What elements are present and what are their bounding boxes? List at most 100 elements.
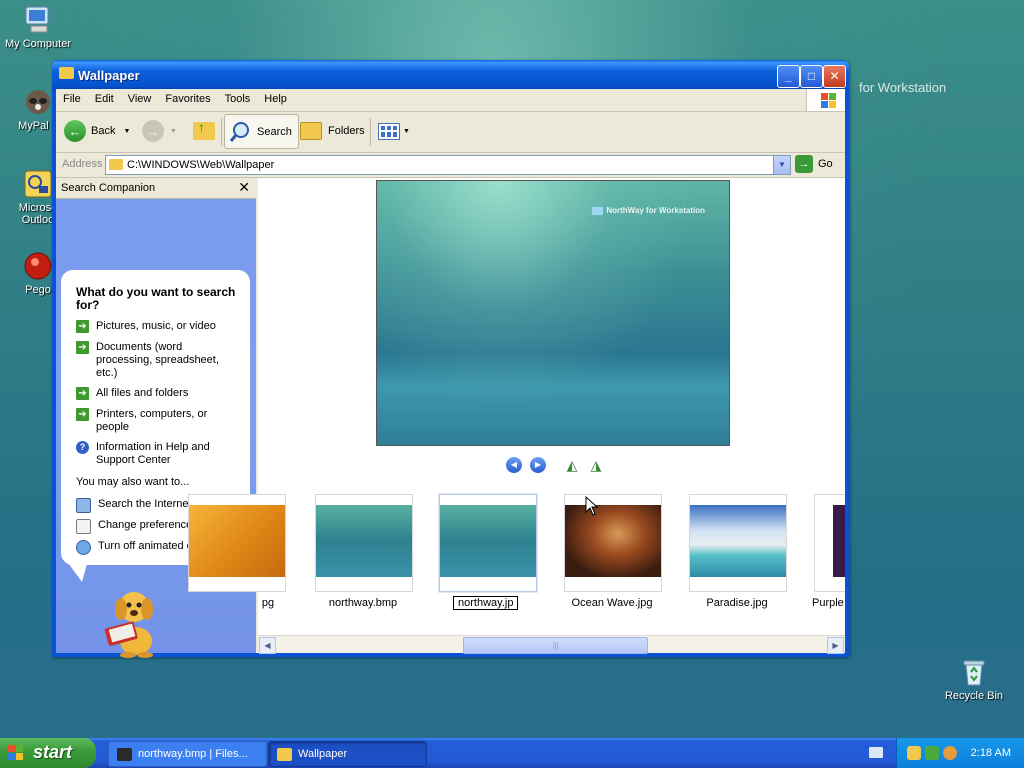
thumbnail-label: Purple <box>812 597 844 609</box>
preferences-icon <box>76 519 91 534</box>
menu-help[interactable]: Help <box>257 89 294 109</box>
window-client: File Edit View Favorites Tools Help ← Back ▼ … <box>56 89 845 658</box>
search-icon[interactable] <box>943 746 957 760</box>
menu-bar: File Edit View Favorites Tools Help <box>56 89 845 112</box>
previous-image-button[interactable]: ◀ <box>506 457 522 473</box>
search-dog-icon[interactable] <box>100 583 170 658</box>
desktop-icon-label: My Computer <box>4 38 72 50</box>
scroll-right-button[interactable]: ▶ <box>827 637 844 654</box>
folder-icon <box>277 747 292 761</box>
views-button[interactable]: ▼ <box>378 115 410 147</box>
next-image-button[interactable]: ▶ <box>530 457 546 473</box>
menu-tools[interactable]: Tools <box>218 89 258 109</box>
animated-character-icon <box>76 540 91 555</box>
window-title: Wallpaper <box>78 68 140 83</box>
search-option-label: Information in Help and Support Center <box>96 441 210 466</box>
explorer-window[interactable]: Wallpaper _ □ ✕ File Edit View Favorites Too… <box>52 60 849 658</box>
search-icon <box>229 121 249 142</box>
arrow-right-icon: ➔ <box>76 320 89 333</box>
search-option-pictures[interactable]: ➔ Pictures, music, or video <box>76 320 236 333</box>
folders-button[interactable]: Folders <box>300 115 365 147</box>
search-panel-title: Search Companion <box>61 182 156 194</box>
thumbnail-label: Ocean Wave.jpg <box>571 597 653 609</box>
address-dropdown-button[interactable]: ▼ <box>773 156 790 174</box>
clock: 2:18 AM <box>970 747 1011 759</box>
forward-arrow-icon: → <box>142 120 164 142</box>
menu-file[interactable]: File <box>56 89 88 109</box>
thumbnail-image <box>440 505 536 577</box>
chevron-down-icon[interactable]: ▼ <box>403 128 410 135</box>
horizontal-scrollbar[interactable]: ◀ ||| ▶ <box>258 635 845 654</box>
address-input[interactable]: C:\WINDOWS\Web\Wallpaper ▼ <box>105 155 791 175</box>
close-icon[interactable]: ✕ <box>238 179 250 196</box>
search-question: What do you want to search for? <box>76 285 236 312</box>
forward-button[interactable]: → ▼ <box>142 115 177 147</box>
rotate-counterclockwise-button[interactable]: ◮ <box>588 457 604 473</box>
go-button[interactable]: → Go <box>795 155 833 173</box>
thumbnail[interactable] <box>315 494 413 592</box>
back-label: Back <box>91 125 116 137</box>
rotate-clockwise-button[interactable]: ◭ <box>564 457 580 473</box>
scrollbar-thumb[interactable]: ||| <box>463 637 648 654</box>
start-label: start <box>33 742 73 762</box>
minimize-button[interactable]: _ <box>777 65 800 88</box>
title-bar[interactable]: Wallpaper _ □ ✕ <box>52 60 849 89</box>
thumbnail-selected[interactable] <box>439 494 537 592</box>
thumbnail-label: Paradise.jpg <box>706 597 768 609</box>
app-icon <box>117 747 132 761</box>
folders-label: Folders <box>328 125 365 137</box>
desktop-icon-label: Recycle Bin <box>944 690 1004 702</box>
thumbnail[interactable] <box>188 494 286 592</box>
thumbnail-image <box>316 505 412 577</box>
thumbnail[interactable] <box>689 494 787 592</box>
desktop-icon-recycle-bin[interactable]: Recycle Bin <box>938 656 1010 702</box>
taskbar-item-wallpaper[interactable]: Wallpaper <box>268 741 427 767</box>
menu-view[interactable]: View <box>121 89 159 109</box>
thumbnail[interactable] <box>564 494 662 592</box>
standard-toolbar: ← Back ▼ → ▼ ↑ Search Folders ▼ <box>56 112 845 153</box>
thumbnail-strip: pg northway.bmp northway.jp Ocean Wave.j… <box>188 494 845 628</box>
also-title: You may also want to... <box>76 476 190 488</box>
network-icon[interactable] <box>925 746 939 760</box>
thumbnail-label: northway.bmp <box>328 597 398 609</box>
search-panel-header: Search Companion ✕ <box>56 178 256 199</box>
up-folder-button[interactable]: ↑ <box>193 115 215 147</box>
search-option-label: All files and folders <box>96 387 189 399</box>
outlook-icon <box>22 168 54 200</box>
raccoon-icon <box>22 86 54 118</box>
chevron-down-icon[interactable]: ▼ <box>123 128 130 135</box>
thumbnail-image <box>833 505 845 577</box>
search-option-all-files[interactable]: ➔ All files and folders <box>76 387 236 400</box>
start-button[interactable]: start <box>0 738 96 768</box>
arrow-right-icon: ➔ <box>76 408 89 421</box>
search-option-printers[interactable]: ➔ Printers, computers, or people <box>76 408 236 434</box>
search-option-help[interactable]: ? Information in Help and Support Center <box>76 441 236 467</box>
thumbnail-image <box>690 505 786 577</box>
system-tray: 2:18 AM <box>896 738 1024 768</box>
chevron-down-icon[interactable]: ▼ <box>170 128 177 135</box>
back-button[interactable]: ← Back ▼ <box>64 115 130 147</box>
search-option-documents[interactable]: ➔ Documents (word processing, spreadshee… <box>76 341 236 380</box>
taskbar-item-label: Wallpaper <box>298 748 348 760</box>
scroll-left-button[interactable]: ◀ <box>259 637 276 654</box>
address-value: C:\WINDOWS\Web\Wallpaper <box>127 159 275 171</box>
taskbar: start northway.bmp | Files... Wallpaper … <box>0 738 1024 768</box>
desktop-icon-my-computer[interactable]: My Computer <box>2 4 74 50</box>
close-button[interactable]: ✕ <box>823 65 846 88</box>
also-option-label: Change preferences <box>98 519 198 531</box>
search-button[interactable]: Search <box>224 114 299 149</box>
thumbnail[interactable] <box>814 494 845 592</box>
menu-favorites[interactable]: Favorites <box>158 89 217 109</box>
mouse-cursor-icon <box>585 496 599 516</box>
taskbar-item-files[interactable]: northway.bmp | Files... <box>108 741 267 767</box>
menu-edit[interactable]: Edit <box>88 89 121 109</box>
rename-input[interactable]: northway.jp <box>453 596 519 610</box>
shield-icon[interactable] <box>907 746 921 760</box>
address-bar: Address C:\WINDOWS\Web\Wallpaper ▼ → Go <box>56 153 845 178</box>
go-label: Go <box>818 158 833 170</box>
preview-logo-text: NorthWay for Workstation <box>592 206 705 215</box>
taskbar-item-label: northway.bmp | Files... <box>138 748 248 760</box>
keyboard-icon[interactable] <box>869 747 883 758</box>
thumbnail-image <box>565 505 661 577</box>
maximize-button[interactable]: □ <box>800 65 823 88</box>
